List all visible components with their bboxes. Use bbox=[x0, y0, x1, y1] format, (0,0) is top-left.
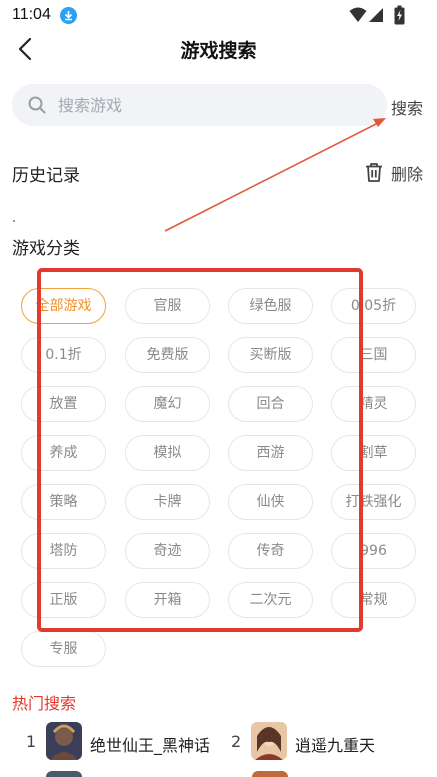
battery-icon bbox=[394, 5, 405, 25]
search-button[interactable]: 搜索 bbox=[391, 95, 423, 119]
category-pill[interactable]: 全部游戏 bbox=[21, 288, 106, 324]
category-pill[interactable]: 0.05折 bbox=[331, 288, 416, 324]
search-icon bbox=[28, 96, 46, 114]
trash-icon bbox=[366, 163, 382, 182]
page-title: 游戏搜索 bbox=[180, 40, 257, 62]
search-box bbox=[12, 84, 387, 126]
category-pill[interactable]: 打铁强化 bbox=[331, 484, 416, 520]
hot-rank: 1 bbox=[26, 732, 37, 751]
category-pill[interactable]: 二次元 bbox=[228, 582, 313, 618]
category-pill[interactable]: 绿色服 bbox=[228, 288, 313, 324]
category-pill[interactable]: 常规 bbox=[331, 582, 416, 618]
game-icon bbox=[252, 771, 288, 777]
download-icon bbox=[60, 7, 77, 24]
category-pill[interactable]: 回合 bbox=[228, 386, 313, 422]
category-pill[interactable]: 三国 bbox=[331, 337, 416, 373]
delete-label: 删除 bbox=[391, 165, 424, 184]
status-bar: 11:04 bbox=[0, 0, 437, 32]
category-pill[interactable]: 0.1折 bbox=[21, 337, 106, 373]
category-pill[interactable]: 模拟 bbox=[125, 435, 210, 471]
hot-search-item[interactable]: 2 逍遥九重天 bbox=[231, 722, 431, 762]
category-pill[interactable]: 传奇 bbox=[228, 533, 313, 569]
category-pill[interactable]: 塔防 bbox=[21, 533, 106, 569]
hot-rank: 2 bbox=[231, 732, 242, 751]
category-pill[interactable]: 卡牌 bbox=[125, 484, 210, 520]
category-pill[interactable]: 精灵 bbox=[331, 386, 416, 422]
divider-dot bbox=[13, 220, 15, 222]
category-title: 游戏分类 bbox=[12, 239, 80, 259]
game-icon bbox=[46, 722, 82, 760]
game-icon bbox=[251, 722, 287, 760]
category-pill[interactable]: 养成 bbox=[21, 435, 106, 471]
search-input[interactable] bbox=[58, 92, 368, 118]
category-pill[interactable]: 割草 bbox=[331, 435, 416, 471]
wifi-icon bbox=[349, 7, 367, 22]
hot-search-title: 热门搜索 bbox=[12, 694, 77, 713]
category-pill[interactable]: 放置 bbox=[21, 386, 106, 422]
status-time: 11:04 bbox=[12, 6, 51, 23]
nav-bar: 游戏搜索 bbox=[0, 32, 437, 66]
signal-icon bbox=[369, 8, 383, 22]
game-icon bbox=[46, 771, 82, 777]
category-pill[interactable]: 奇迹 bbox=[125, 533, 210, 569]
category-pill[interactable]: 官服 bbox=[125, 288, 210, 324]
category-pill[interactable]: 996 bbox=[331, 533, 416, 569]
category-pill[interactable]: 魔幻 bbox=[125, 386, 210, 422]
category-pill[interactable]: 开箱 bbox=[125, 582, 210, 618]
hot-game-name: 逍遥九重天 bbox=[295, 736, 376, 755]
history-title: 历史记录 bbox=[12, 166, 80, 186]
hot-search-item[interactable]: 1 绝世仙王_黑神话 bbox=[26, 722, 226, 762]
category-pill[interactable]: 策略 bbox=[21, 484, 106, 520]
category-pill[interactable]: 仙侠 bbox=[228, 484, 313, 520]
category-pill[interactable]: 专服 bbox=[21, 631, 106, 667]
category-pill[interactable]: 西游 bbox=[228, 435, 313, 471]
category-pill[interactable]: 买断版 bbox=[228, 337, 313, 373]
category-pill[interactable]: 免费版 bbox=[125, 337, 210, 373]
category-pill[interactable]: 正版 bbox=[21, 582, 106, 618]
hot-game-name: 绝世仙王_黑神话 bbox=[90, 736, 211, 755]
